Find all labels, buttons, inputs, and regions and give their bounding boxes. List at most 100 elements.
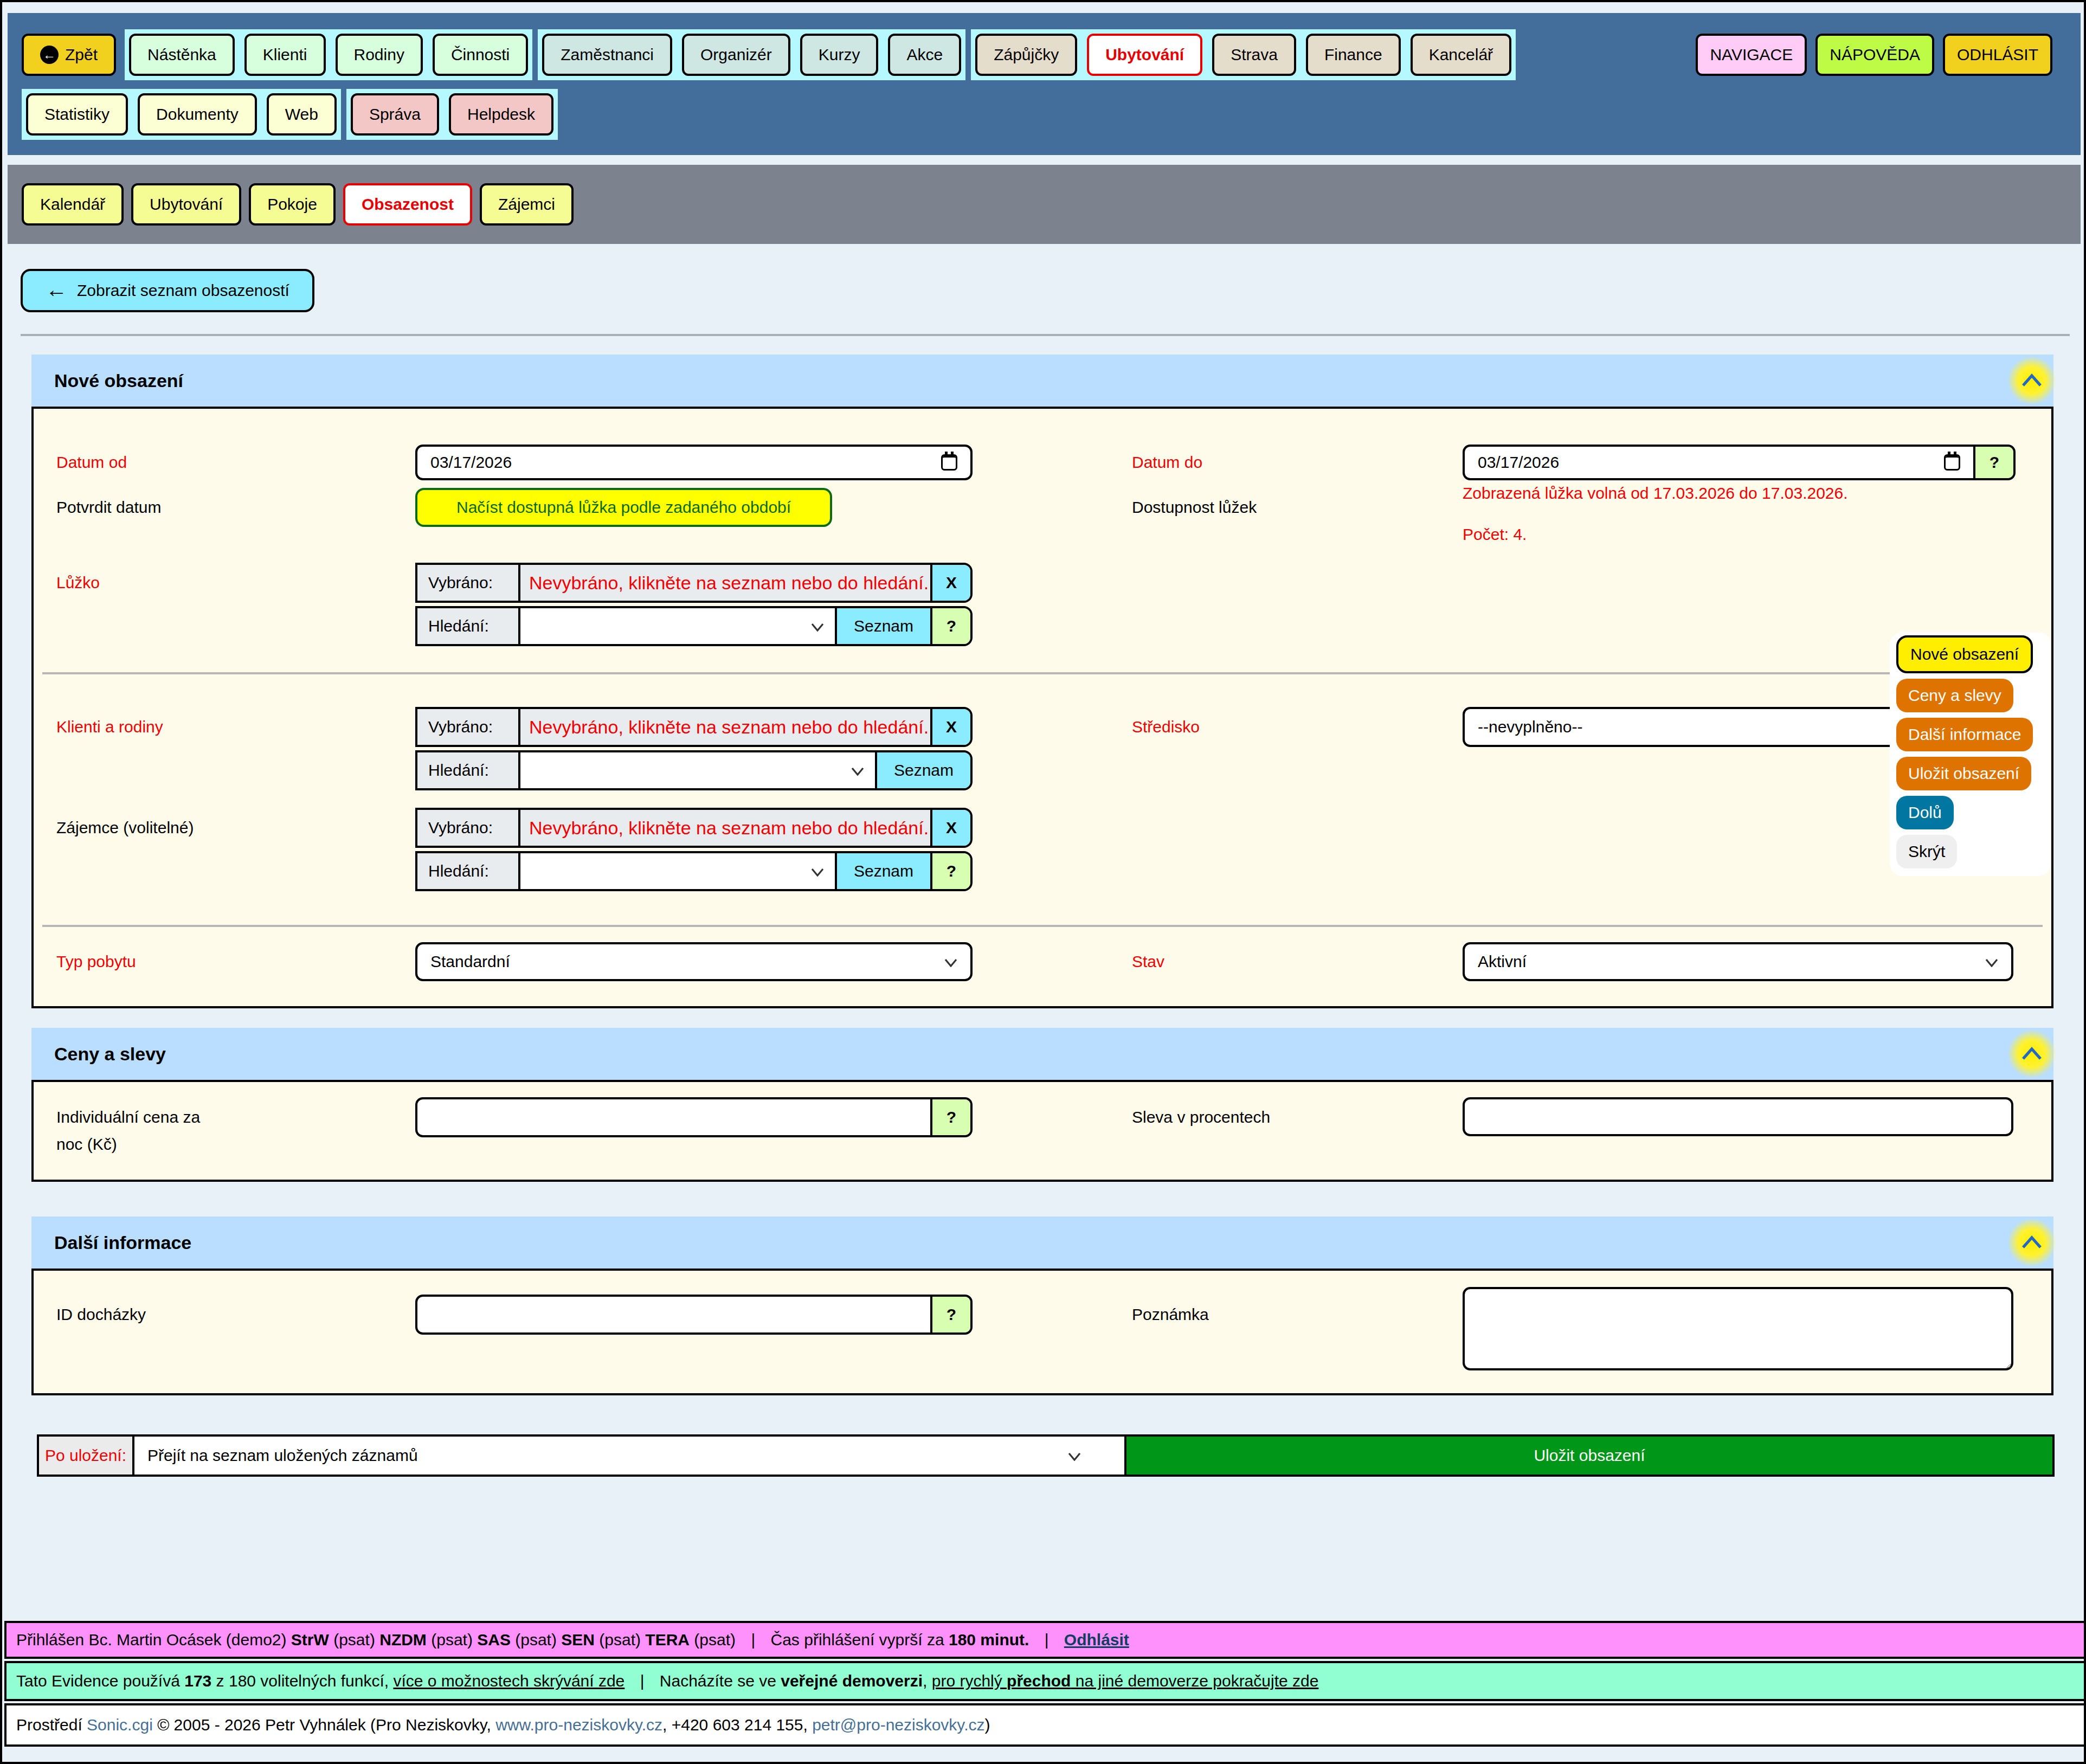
nav-item-klienti[interactable]: Klienti	[244, 34, 326, 76]
stav-select[interactable]: Aktivní	[1463, 942, 2013, 981]
show-list-button[interactable]: ← Zobrazit seznam obsazeností	[21, 269, 314, 312]
quick-ceny-a-slevy-button[interactable]: Ceny a slevy	[1896, 679, 2013, 712]
datum-do-field[interactable]	[1465, 447, 1973, 478]
klienti-clear-button[interactable]: X	[930, 709, 970, 745]
datum-do-help-button[interactable]: ?	[1973, 447, 2013, 478]
quick-nove-obsazeni-button[interactable]: Nové obsazení	[1896, 635, 2033, 673]
nacist-luzka-button[interactable]: Načíst dostupná lůžka podle zadaného obd…	[415, 488, 832, 527]
subnav-item-obsazenost[interactable]: Obsazenost	[343, 183, 472, 226]
id-dochazky-field[interactable]	[417, 1297, 930, 1332]
individualni-cena-help-button[interactable]: ?	[930, 1099, 970, 1135]
nav-item-dokumenty[interactable]: Dokumenty	[138, 93, 257, 136]
nav-item-odhlasit[interactable]: ODHLÁSIT	[1943, 34, 2052, 76]
collapse-chevron-icon[interactable]	[2008, 357, 2056, 404]
skryvani-link[interactable]: více o možnostech skrývání zde	[393, 1672, 624, 1690]
quick-ulozit-obsazeni-button[interactable]: Uložit obsazení	[1896, 757, 2031, 790]
nav-item-helpdesk[interactable]: Helpdesk	[449, 93, 553, 136]
section-nove-body: Datum od Datum do ? Potvrdit datum Načís…	[31, 407, 2053, 1008]
zajemce-seznam-button[interactable]: Seznam	[835, 853, 930, 889]
subnav-item-ubytovani[interactable]: Ubytování	[131, 183, 241, 226]
datum-od-value[interactable]	[430, 453, 932, 472]
nav-item-rodiny[interactable]: Rodiny	[336, 34, 423, 76]
zajemce-vybrano-value: Nevybráno, klikněte na seznam nebo do hl…	[520, 810, 930, 846]
email-link[interactable]: petr@pro-neziskovky.cz	[812, 1716, 984, 1734]
nav-item-ubytovani[interactable]: Ubytování	[1087, 34, 1202, 76]
nav-item-zamestnanci[interactable]: Zaměstnanci	[542, 34, 672, 76]
luzko-seznam-button[interactable]: Seznam	[835, 608, 930, 644]
individualni-cena-value[interactable]	[430, 1108, 917, 1126]
quick-dolu-button[interactable]: Dolů	[1896, 796, 1954, 829]
nav-item-cinnosti[interactable]: Činnosti	[433, 34, 528, 76]
individualni-cena-field[interactable]	[417, 1099, 930, 1135]
id-dochazky-help-button[interactable]: ?	[930, 1297, 970, 1332]
zajemce-help-button[interactable]: ?	[930, 853, 970, 889]
luzko-picker: Vybráno: Nevybráno, klikněte na seznam n…	[415, 563, 973, 646]
demo-bar: Tato Evidence používá 173 z 180 voliteln…	[4, 1661, 2086, 1701]
subnav-item-zajemci[interactable]: Zájemci	[480, 183, 574, 226]
typ-pobytu-select[interactable]: Standardní	[415, 942, 973, 981]
section-ceny-header: Ceny a slevy	[31, 1028, 2053, 1080]
nav-item-nastenka[interactable]: Nástěnka	[129, 34, 235, 76]
nav-item-statistiky[interactable]: Statistiky	[26, 93, 128, 136]
quick-dalsi-informace-button[interactable]: Další informace	[1896, 718, 2033, 751]
sleva-input[interactable]	[1463, 1097, 2013, 1136]
nav-item-akce[interactable]: Akce	[888, 34, 961, 76]
sub-navigation: Kalendář Ubytování Pokoje Obsazenost Záj…	[8, 165, 2081, 244]
calendar-icon[interactable]	[941, 454, 957, 471]
luzko-clear-button[interactable]: X	[930, 565, 970, 601]
nav-item-zapujcky[interactable]: Zápůjčky	[975, 34, 1077, 76]
stredisko-label: Středisko	[1132, 707, 1446, 747]
nav-item-finance[interactable]: Finance	[1306, 34, 1401, 76]
id-dochazky-value[interactable]	[430, 1305, 917, 1324]
po-ulozeni-select[interactable]: Přejít na seznam uložených záznamů	[134, 1437, 1124, 1475]
section-ceny-a-slevy: Ceny a slevy Individuální cena za noc (K…	[31, 1028, 2053, 1182]
odhlasit-link[interactable]: Odhlásit	[1064, 1631, 1129, 1649]
klienti-vybrano-value: Nevybráno, klikněte na seznam nebo do hl…	[520, 709, 930, 745]
section-dalsi-informace: Další informace ID docházky ? Poznámka	[31, 1216, 2053, 1395]
nav-item-organizer[interactable]: Organizér	[682, 34, 790, 76]
quick-skryt-button[interactable]: Skrýt	[1896, 835, 1957, 868]
section-ceny-body: Individuální cena za noc (Kč) ? Sleva v …	[31, 1080, 2053, 1182]
form-divider	[42, 672, 2043, 674]
session-bar: Přihlášen Bc. Martin Ocásek (demo2) StrW…	[4, 1621, 2086, 1659]
chevron-down-icon	[851, 761, 864, 780]
luzko-search-select[interactable]	[520, 608, 835, 644]
luzko-help-button[interactable]: ?	[930, 608, 970, 644]
datum-do-value[interactable]	[1478, 453, 1935, 472]
subnav-item-kalendar[interactable]: Kalendář	[22, 183, 124, 226]
po-ulozeni-value: Přejít na seznam uložených záznamů	[147, 1446, 418, 1465]
nav-item-kurzy[interactable]: Kurzy	[800, 34, 879, 76]
calendar-icon[interactable]	[1944, 454, 1960, 471]
sonic-link[interactable]: Sonic.cgi	[87, 1716, 153, 1734]
sleva-value[interactable]	[1478, 1108, 1998, 1126]
nav-item-kancelar[interactable]: Kancelář	[1411, 34, 1511, 76]
id-dochazky-label: ID docházky	[56, 1295, 403, 1335]
ulozit-obsazeni-button[interactable]: Uložit obsazení	[1124, 1437, 2052, 1475]
luzko-label: Lůžko	[56, 563, 403, 603]
individualni-cena-label: Individuální cena za noc (Kč)	[56, 1104, 219, 1158]
nav-item-sprava[interactable]: Správa	[351, 93, 439, 136]
po-ulozeni-label: Po uložení:	[39, 1437, 134, 1475]
website-link[interactable]: www.pro-neziskovky.cz	[495, 1716, 662, 1734]
section-ceny-title: Ceny a slevy	[54, 1044, 166, 1065]
collapse-chevron-icon[interactable]	[2008, 1219, 2056, 1266]
nav-item-napoveda[interactable]: NÁPOVĚDA	[1815, 34, 1934, 76]
subnav-item-pokoje[interactable]: Pokoje	[249, 183, 336, 226]
datum-do-label: Datum do	[1132, 445, 1446, 480]
nav-item-web[interactable]: Web	[267, 93, 337, 136]
klienti-label: Klienti a rodiny	[56, 707, 403, 747]
datum-od-input[interactable]	[415, 445, 973, 480]
section-nove-title: Nové obsazení	[54, 370, 183, 391]
zpet-button[interactable]: ← Zpět	[22, 34, 116, 76]
typ-pobytu-value: Standardní	[430, 952, 510, 971]
poznamka-textarea[interactable]	[1463, 1287, 2013, 1370]
zajemce-search-select[interactable]	[520, 853, 835, 889]
demoverze-link[interactable]: pro rychlý přechod na jiné demoverze pok…	[932, 1672, 1319, 1690]
klienti-seznam-button[interactable]: Seznam	[875, 752, 970, 788]
zajemce-clear-button[interactable]: X	[930, 810, 970, 846]
collapse-chevron-icon[interactable]	[2008, 1030, 2056, 1078]
nav-group-2: Zaměstnanci Organizér Kurzy Akce	[538, 29, 965, 80]
nav-item-navigace[interactable]: NAVIGACE	[1696, 34, 1807, 76]
klienti-search-select[interactable]	[520, 752, 875, 788]
nav-item-strava[interactable]: Strava	[1212, 34, 1296, 76]
